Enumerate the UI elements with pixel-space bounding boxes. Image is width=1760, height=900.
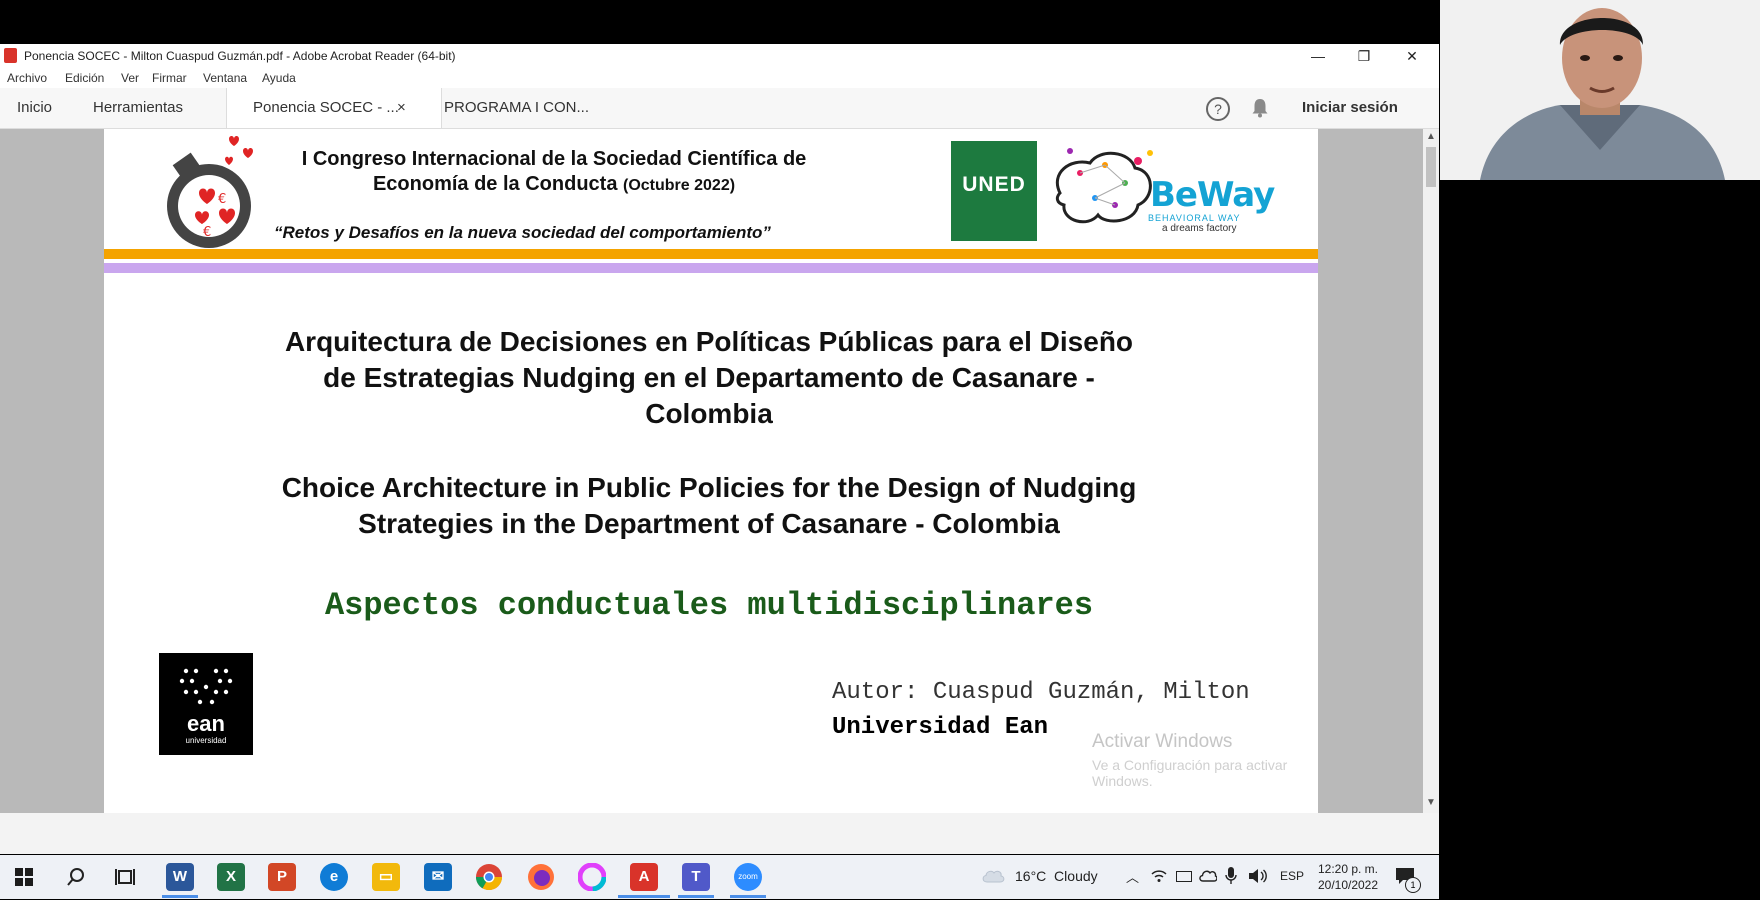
tab-bar: Inicio Herramientas Ponencia SOCEC - ...… bbox=[0, 88, 1439, 129]
title-es-line1: Arquitectura de Decisiones en Políticas … bbox=[284, 326, 1134, 357]
firefox-icon[interactable] bbox=[527, 863, 555, 891]
zoom-running-indicator bbox=[730, 895, 766, 898]
tab-document-programa[interactable]: PROGRAMA I CON... bbox=[444, 88, 589, 128]
title-bar: Ponencia SOCEC - Milton Cuaspud Guzmán.p… bbox=[0, 44, 1439, 68]
teams-running-indicator bbox=[678, 895, 714, 898]
congress-header: I Congreso Internacional de la Sociedad … bbox=[254, 147, 854, 198]
title-spanish: Arquitectura de Decisiones en Políticas … bbox=[184, 324, 1234, 432]
uned-logo: UNED bbox=[951, 141, 1037, 241]
zoom-icon[interactable]: zoom bbox=[734, 863, 762, 891]
brain-network-icon bbox=[1055, 148, 1153, 224]
weather-text[interactable]: 16°C Cloudy bbox=[1015, 868, 1098, 884]
tab-herramientas[interactable]: Herramientas bbox=[93, 88, 183, 128]
signin-button[interactable]: Iniciar sesión bbox=[1302, 88, 1398, 128]
document-viewer[interactable]: € € I Congreso Internacional de la Socie… bbox=[0, 129, 1439, 813]
beway-logo: BeWay BEHAVIORAL WAY a dreams factory bbox=[1050, 135, 1280, 245]
title-es-line3: Colombia bbox=[645, 398, 773, 429]
excel-icon[interactable]: X bbox=[217, 863, 245, 891]
mail-icon[interactable]: ✉ bbox=[424, 863, 452, 891]
congress-date: (Octubre 2022) bbox=[623, 177, 736, 194]
congress-logo-icon: € € bbox=[167, 136, 253, 248]
title-en-line2: Strategies in the Department of Casanare… bbox=[358, 508, 1060, 539]
restore-button[interactable]: ❐ bbox=[1341, 44, 1387, 68]
subtitle: Aspectos conductuales multidisciplinares bbox=[324, 587, 1094, 624]
word-icon[interactable]: W bbox=[166, 863, 194, 891]
powerpoint-icon[interactable]: P bbox=[268, 863, 296, 891]
tab-close-icon[interactable]: × bbox=[397, 88, 406, 128]
edge-icon[interactable]: e bbox=[320, 863, 348, 891]
menu-ayuda[interactable]: Ayuda bbox=[262, 71, 296, 85]
menu-edicion[interactable]: Edición bbox=[65, 71, 104, 85]
onedrive-cloud-icon[interactable] bbox=[1199, 869, 1217, 882]
acrobat-running-indicator bbox=[618, 895, 670, 898]
task-view-icon[interactable] bbox=[115, 867, 135, 887]
scroll-down-icon[interactable]: ▼ bbox=[1426, 797, 1436, 808]
window-title: Ponencia SOCEC - Milton Cuaspud Guzmán.p… bbox=[24, 49, 456, 63]
pdf-page: € € I Congreso Internacional de la Socie… bbox=[104, 129, 1318, 813]
ean-logo-text: ean bbox=[187, 711, 225, 736]
ean-logo: ean universidad bbox=[159, 653, 253, 755]
clock[interactable]: 12:20 p. m. 20/10/2022 bbox=[1313, 861, 1383, 893]
chrome-icon[interactable] bbox=[475, 863, 503, 891]
windows-taskbar: W X P e ▭ ✉ A T zoom 16°C Cloudy ︿ ESP 1… bbox=[0, 855, 1439, 899]
author: Autor: Cuaspud Guzmán, Milton bbox=[832, 679, 1250, 706]
wifi-icon[interactable] bbox=[1151, 869, 1167, 883]
congress-title-line1: I Congreso Internacional de la Sociedad … bbox=[301, 148, 807, 170]
ean-logo-sub: universidad bbox=[185, 736, 227, 745]
activation-watermark-subtitle: Ve a Configuración para activar Windows. bbox=[1092, 757, 1288, 789]
cloud-icon bbox=[982, 870, 1005, 883]
teams-icon[interactable]: T bbox=[682, 863, 710, 891]
title-english: Choice Architecture in Public Policies f… bbox=[184, 470, 1234, 542]
title-es-line2: de Estrategias Nudging en el Departament… bbox=[323, 362, 1095, 393]
tab-inicio[interactable]: Inicio bbox=[17, 88, 52, 128]
congress-slogan: “Retos y Desafíos en la nueva sociedad d… bbox=[274, 223, 771, 242]
acrobat-window: Ponencia SOCEC - Milton Cuaspud Guzmán.p… bbox=[0, 44, 1439, 899]
menu-ver[interactable]: Ver bbox=[121, 71, 139, 85]
clock-time: 12:20 p. m. bbox=[1317, 862, 1379, 876]
uned-logo-text: UNED bbox=[962, 173, 1026, 196]
congress-title-line2: Economía de la Conducta bbox=[372, 173, 618, 195]
beway-logo-text: BeWay bbox=[1150, 175, 1275, 215]
minimize-button[interactable]: — bbox=[1295, 44, 1341, 68]
vertical-scrollbar[interactable]: ▲ ▼ bbox=[1423, 129, 1439, 813]
microphone-icon[interactable] bbox=[1225, 867, 1237, 885]
windows-start-icon[interactable] bbox=[15, 868, 33, 886]
ean-dots-icon bbox=[179, 668, 233, 705]
beway-tagline-2: a dreams factory bbox=[1162, 223, 1237, 234]
scrollbar-thumb[interactable] bbox=[1426, 147, 1436, 187]
menu-firmar[interactable]: Firmar bbox=[152, 71, 187, 85]
battery-icon[interactable] bbox=[1176, 871, 1192, 882]
menu-bar: Archivo Edición Ver Firmar Ventana Ayuda bbox=[0, 68, 1439, 88]
header-orange-stripe bbox=[104, 249, 1318, 259]
close-window-button[interactable]: ✕ bbox=[1389, 44, 1435, 68]
help-icon[interactable]: ? bbox=[1206, 97, 1230, 121]
tab-document-ponencia[interactable]: Ponencia SOCEC - ... × bbox=[226, 88, 442, 128]
svg-text:€: € bbox=[203, 225, 211, 240]
pdf-app-icon bbox=[4, 48, 17, 63]
menu-archivo[interactable]: Archivo bbox=[7, 71, 47, 85]
activation-watermark-title: Activar Windows bbox=[1092, 731, 1233, 752]
search-icon[interactable] bbox=[66, 867, 86, 887]
tab-document-label: Ponencia SOCEC - ... bbox=[253, 99, 399, 116]
presenter-video-image bbox=[1440, 0, 1760, 180]
title-en-line1: Choice Architecture in Public Policies f… bbox=[281, 472, 1137, 503]
scroll-up-icon[interactable]: ▲ bbox=[1426, 131, 1436, 142]
clock-date: 20/10/2022 bbox=[1317, 878, 1379, 892]
beway-tagline: BEHAVIORAL WAY bbox=[1148, 213, 1241, 223]
file-explorer-icon[interactable]: ▭ bbox=[372, 863, 400, 891]
webcam-video-feed bbox=[1440, 0, 1760, 180]
language-indicator[interactable]: ESP bbox=[1280, 869, 1304, 883]
notification-count-badge: 1 bbox=[1405, 877, 1421, 893]
acrobat-icon[interactable]: A bbox=[630, 863, 658, 891]
photos-app-icon[interactable] bbox=[578, 863, 606, 891]
menu-ventana[interactable]: Ventana bbox=[203, 71, 247, 85]
volume-icon[interactable] bbox=[1248, 868, 1268, 884]
header-purple-stripe bbox=[104, 263, 1318, 273]
svg-text:€: € bbox=[218, 192, 226, 207]
university: Universidad Ean bbox=[832, 714, 1049, 741]
bell-icon[interactable] bbox=[1251, 98, 1269, 118]
word-running-indicator bbox=[162, 895, 198, 898]
chevron-up-icon[interactable]: ︿ bbox=[1126, 867, 1139, 886]
